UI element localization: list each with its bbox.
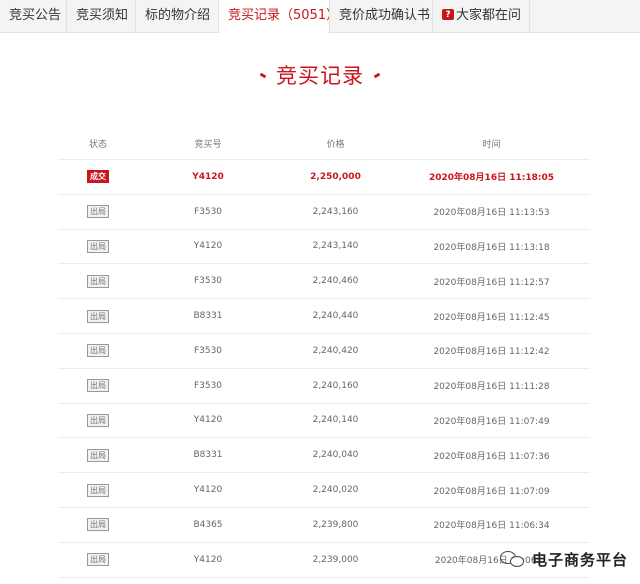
tab-confirmation[interactable]: 竞价成功确认书 <box>330 0 433 33</box>
time-cell: 2020年08月16日 11:13:53 <box>433 208 550 219</box>
table-row: 出局 Y4120 2,240,020 2020年08月16日 11:07:09 <box>58 473 590 508</box>
price-cell: 2,240,040 <box>312 450 359 461</box>
time-cell: 2020年08月16日 11:07:09 <box>433 486 550 497</box>
status-badge: 出局 <box>87 413 109 427</box>
status-cell: 出局 <box>58 483 138 497</box>
status-cell: 出局 <box>58 553 138 567</box>
status-badge: 出局 <box>87 239 109 253</box>
time-cell: 2020年08月16日 11:12:42 <box>433 347 550 358</box>
table-row: 出局 F3530 2,243,160 2020年08月16日 11:13:53 <box>58 195 590 230</box>
status-badge: 出局 <box>87 274 109 288</box>
bidder-cell: F3530 <box>193 345 223 356</box>
watermark: 电子商务平台 <box>499 549 628 570</box>
status-badge: 出局 <box>87 309 109 323</box>
bidder-cell: F3530 <box>193 206 223 217</box>
bidder-cell: B8331 <box>193 450 223 461</box>
bidder-cell: Y4120 <box>193 554 223 565</box>
decor-dot-right <box>373 72 381 78</box>
status-cell: 出局 <box>58 518 138 532</box>
decor-dot-left <box>259 72 267 78</box>
time-cell: 2020年08月16日 11:18:05 <box>428 173 554 184</box>
bidder-cell: Y4120 <box>193 485 223 496</box>
status-cell: 出局 <box>58 309 138 323</box>
price-cell: 2,239,800 <box>312 519 359 530</box>
bidder-cell: B8331 <box>193 311 223 322</box>
time-cell: 2020年08月16日 11:06:34 <box>433 521 550 532</box>
section-title-text: 竞买记录 <box>276 64 364 88</box>
status-cell: 出局 <box>58 344 138 358</box>
watermark-text: 电子商务平台 <box>531 551 628 569</box>
status-cell: 出局 <box>58 239 138 253</box>
price-cell: 2,240,440 <box>312 311 359 322</box>
status-cell: 出局 <box>58 448 138 462</box>
status-badge: 出局 <box>87 379 109 393</box>
question-bubble-icon <box>442 0 454 31</box>
header-price: 价格 <box>326 140 345 150</box>
table-row: 出局 F3530 2,240,160 2020年08月16日 11:11:28 <box>58 369 590 404</box>
time-cell: 2020年08月16日 11:07:49 <box>433 416 550 427</box>
status-cell: 出局 <box>58 205 138 219</box>
time-cell: 2020年08月16日 11:12:57 <box>433 277 550 288</box>
status-badge: 出局 <box>87 448 109 462</box>
table-row: 出局 B8331 2,240,440 2020年08月16日 11:12:45 <box>58 299 590 334</box>
status-cell: 出局 <box>58 413 138 427</box>
header-bidder: 竞买号 <box>194 140 222 150</box>
table-header: 状态 竞买号 价格 时间 <box>58 128 590 160</box>
tab-item-intro[interactable]: 标的物介绍 <box>136 0 219 33</box>
bidder-cell: Y4120 <box>192 171 224 182</box>
tab-bidding-notice[interactable]: 竞买须知 <box>67 0 136 33</box>
time-cell: 2020年08月16日 11:12:45 <box>433 312 550 323</box>
bidder-cell: F3530 <box>193 276 223 287</box>
status-badge: 出局 <box>87 483 109 497</box>
tab-bid-records[interactable]: 竞买记录（5051） <box>219 0 330 34</box>
bid-records-table: 状态 竞买号 价格 时间 成交 Y4120 2,250,000 2020年08月16日… <box>58 128 590 578</box>
status-cell: 出局 <box>58 379 138 393</box>
time-cell: 2020年08月16日 11:11:28 <box>433 382 550 393</box>
section-title: 竞买记录 <box>0 60 640 90</box>
status-badge: 出局 <box>87 518 109 532</box>
tab-faq[interactable]: 大家都在问 <box>433 0 530 33</box>
header-time: 时间 <box>482 140 501 150</box>
bidder-cell: B4365 <box>193 519 223 530</box>
price-cell: 2,240,140 <box>312 415 359 426</box>
table-row: 出局 Y4120 2,240,140 2020年08月16日 11:07:49 <box>58 404 590 439</box>
price-cell: 2,239,000 <box>312 554 359 565</box>
time-cell: 2020年08月16日 11:13:18 <box>433 242 550 253</box>
price-cell: 2,240,160 <box>312 380 359 391</box>
tab-bar: 竞买公告 竞买须知 标的物介绍 竞买记录（5051） 竞价成功确认书 大家都在问 <box>0 0 640 34</box>
bidder-cell: Y4120 <box>193 241 223 252</box>
status-cell: 出局 <box>58 274 138 288</box>
tab-announcement[interactable]: 竞买公告 <box>0 0 67 33</box>
table-row: 出局 F3530 2,240,460 2020年08月16日 11:12:57 <box>58 264 590 300</box>
price-cell: 2,240,420 <box>312 345 359 356</box>
table-row: 出局 B8331 2,240,040 2020年08月16日 11:07:36 <box>58 438 590 474</box>
table-row: 成交 Y4120 2,250,000 2020年08月16日 11:18:05 <box>58 160 590 195</box>
price-cell: 2,240,020 <box>312 485 359 496</box>
status-badge: 出局 <box>87 553 109 567</box>
header-status: 状态 <box>88 140 107 150</box>
table-row: 出局 Y4120 2,243,140 2020年08月16日 11:13:18 <box>58 230 590 265</box>
status-badge: 出局 <box>87 205 109 219</box>
price-cell: 2,250,000 <box>310 171 361 182</box>
status-cell: 成交 <box>58 170 138 184</box>
bidder-cell: F3530 <box>193 380 223 391</box>
status-badge: 成交 <box>87 170 109 184</box>
table-row: 出局 B4365 2,239,800 2020年08月16日 11:06:34 <box>58 508 590 543</box>
time-cell: 2020年08月16日 11:07:36 <box>433 451 550 462</box>
price-cell: 2,243,140 <box>312 241 359 252</box>
price-cell: 2,240,460 <box>312 276 359 287</box>
table-row: 出局 F3530 2,240,420 2020年08月16日 11:12:42 <box>58 334 590 369</box>
bidder-cell: Y4120 <box>193 415 223 426</box>
wechat-icon <box>499 550 526 569</box>
status-badge: 出局 <box>87 344 109 358</box>
price-cell: 2,243,160 <box>312 206 359 217</box>
